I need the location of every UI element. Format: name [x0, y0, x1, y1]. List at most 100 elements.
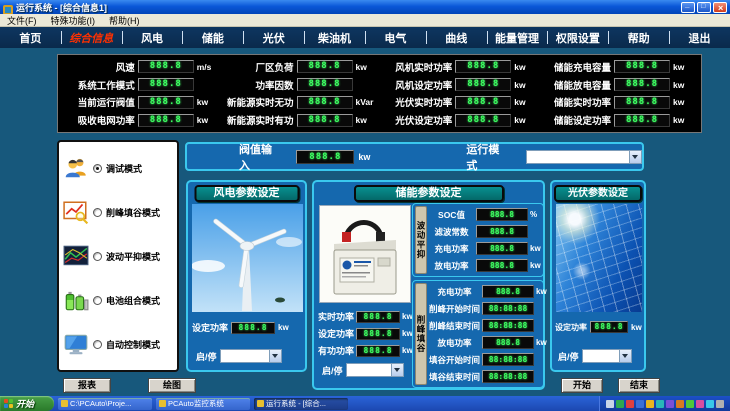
led-readout: 888.8: [614, 114, 670, 127]
tray-icon[interactable]: [606, 400, 614, 408]
tray-icon[interactable]: [706, 400, 714, 408]
nav-tab[interactable]: 首页: [0, 27, 61, 48]
metric-cell: 光伏实时功率 888.8 kw: [380, 94, 539, 112]
nav-tab[interactable]: 能量管理: [487, 27, 548, 48]
nav-tab[interactable]: 权限设置: [547, 27, 608, 48]
chevron-down-icon[interactable]: [269, 350, 281, 362]
setting-led[interactable]: 888.8: [476, 242, 528, 255]
nav-tab[interactable]: 储能: [182, 27, 243, 48]
threshold-label: 阀值输入: [239, 141, 282, 173]
storage-row-led[interactable]: 888.8: [356, 311, 400, 323]
metric-unit: kw: [514, 80, 536, 90]
radio-debug[interactable]: [93, 164, 102, 173]
threshold-input[interactable]: 888.8: [296, 150, 354, 164]
chart-search-icon: [63, 199, 89, 225]
metric-label: 当前运行阀值: [64, 95, 135, 109]
setting-led[interactable]: 888.8: [482, 285, 534, 298]
tray-icon[interactable]: [616, 400, 624, 408]
setting-led[interactable]: 88:88:88: [482, 353, 534, 366]
nav-tab[interactable]: 风电: [122, 27, 183, 48]
report-button[interactable]: 报表: [63, 378, 111, 393]
tray-icon[interactable]: [686, 400, 694, 408]
setting-row: 削峰开始时间 88:88:88: [429, 300, 547, 317]
metric-label: 厂区负荷: [223, 60, 294, 74]
nav-tab[interactable]: 电气: [365, 27, 426, 48]
setting-led[interactable]: 88:88:88: [482, 370, 534, 383]
taskbar-item[interactable]: PCAuto监控系统: [156, 398, 250, 410]
mode-option-battery-combo[interactable]: 电池组合模式: [61, 278, 175, 322]
mode-option-peak-shaving[interactable]: 削峰填谷模式: [61, 190, 175, 234]
tray-icon[interactable]: [716, 400, 724, 408]
wind-panel: 风电参数设定 设定功率 888.8 kw: [186, 180, 307, 372]
metric-label: 储能实时功率: [540, 95, 611, 109]
wind-set-power-input[interactable]: 888.8: [231, 322, 275, 334]
mode-option-auto-control[interactable]: 自动控制模式: [61, 322, 175, 366]
menu-item[interactable]: 帮助(H): [102, 14, 147, 27]
pv-set-power-input[interactable]: 888.8: [590, 321, 628, 333]
radio-peak-shaving[interactable]: [93, 208, 102, 217]
nav-tab[interactable]: 柴油机: [304, 27, 365, 48]
threshold-unit: kw: [358, 152, 370, 162]
start-menu-button[interactable]: 开始: [0, 396, 54, 411]
setting-led[interactable]: 888.8: [482, 336, 534, 349]
start-button[interactable]: 开始: [561, 378, 603, 393]
metric-unit: kw: [673, 97, 695, 107]
menu-item[interactable]: 文件(F): [0, 14, 44, 27]
storage-row-label: 实时功率: [318, 310, 354, 323]
pv-startstop-select[interactable]: [582, 349, 632, 363]
chevron-down-icon[interactable]: [629, 151, 641, 163]
close-button[interactable]: [713, 2, 727, 13]
setting-row: 放电功率 888.8 kw: [429, 334, 547, 351]
tray-icon[interactable]: [666, 400, 674, 408]
storage-row-led[interactable]: 888.8: [356, 345, 400, 357]
nav-tab[interactable]: 综合信息: [61, 27, 122, 48]
minimize-button[interactable]: [681, 2, 695, 13]
tray-icon[interactable]: [636, 400, 644, 408]
run-mode-select[interactable]: [526, 150, 642, 164]
mode-option-smoothing[interactable]: 波动平抑模式: [61, 234, 175, 278]
tray-icon[interactable]: [656, 400, 664, 408]
wind-startstop-select[interactable]: [220, 349, 282, 363]
nav-tab[interactable]: 退出: [669, 27, 730, 48]
taskbar-item[interactable]: 运行系统 - [综合...: [254, 398, 348, 410]
tray-icon[interactable]: [646, 400, 654, 408]
setting-led[interactable]: 888.8: [476, 208, 528, 221]
radio-auto-control[interactable]: [93, 340, 102, 349]
menu-item[interactable]: 特殊功能(I): [44, 14, 103, 27]
chevron-down-icon[interactable]: [619, 350, 631, 362]
pv-panel: 光伏参数设定 设定功率 888.8 kw 启/停: [550, 180, 646, 372]
metric-unit: kw: [673, 62, 695, 72]
tray-icon[interactable]: [626, 400, 634, 408]
nav-tab[interactable]: 光伏: [243, 27, 304, 48]
nav-tab[interactable]: 曲线: [426, 27, 487, 48]
nav-tab[interactable]: 帮助: [608, 27, 669, 48]
setting-led[interactable]: 888.8: [476, 259, 528, 272]
taskbar-item-icon: [257, 400, 264, 407]
setting-led[interactable]: 88:88:88: [482, 319, 534, 332]
radio-battery-combo[interactable]: [93, 296, 102, 305]
metric-cell: 新能源实时无功 888.8 kVar: [221, 94, 380, 112]
setting-label: SOC值: [429, 209, 474, 221]
storage-settings: 波动平抑 SOC值 888.8 % 滤波常数 888.8: [412, 203, 544, 388]
tray-icon[interactable]: [696, 400, 704, 408]
led-readout: 888.8: [297, 96, 353, 109]
led-readout: 888.8: [138, 78, 194, 91]
radio-smoothing[interactable]: [93, 252, 102, 261]
chevron-down-icon[interactable]: [391, 364, 403, 376]
metric-label: 系统工作模式: [64, 78, 135, 92]
draw-button[interactable]: 绘图: [148, 378, 196, 393]
setting-led[interactable]: 888.8: [476, 225, 528, 238]
mode-option-debug[interactable]: 调试模式: [61, 146, 175, 190]
metric-unit: kw: [514, 115, 536, 125]
metric-label: 风速: [64, 60, 135, 74]
tray-icon[interactable]: [676, 400, 684, 408]
setting-led[interactable]: 88:88:88: [482, 302, 534, 315]
metric-cell: 储能放电容量 888.8 kw: [538, 76, 697, 94]
restore-button[interactable]: [697, 2, 711, 13]
end-button[interactable]: 结束: [618, 378, 660, 393]
taskbar-item[interactable]: C:\PCAuto\Proje...: [58, 398, 152, 410]
storage-startstop-select[interactable]: [346, 363, 404, 377]
battery-icon: [63, 287, 89, 313]
storage-row-led[interactable]: 888.8: [356, 328, 400, 340]
metric-unit: kw: [514, 62, 536, 72]
